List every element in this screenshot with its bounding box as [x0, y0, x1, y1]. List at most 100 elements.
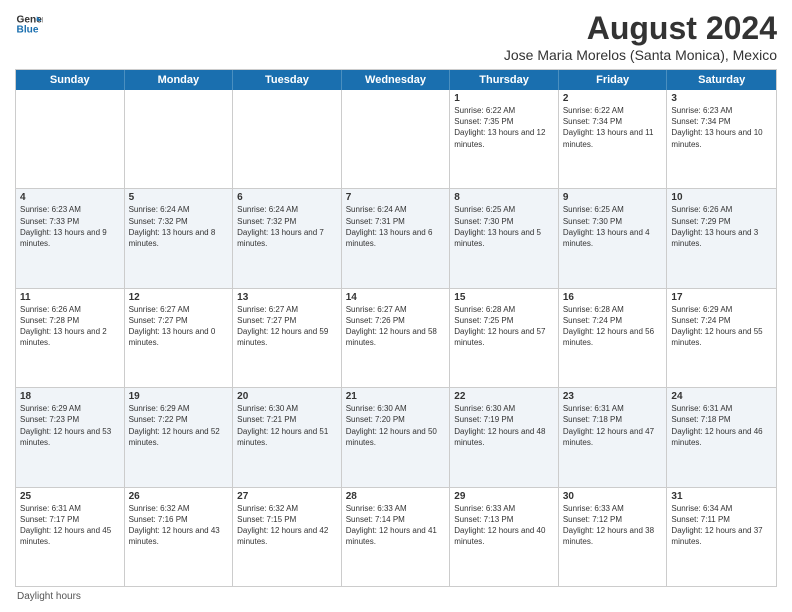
calendar-cell: 9Sunrise: 6:25 AM Sunset: 7:30 PM Daylig…: [559, 189, 668, 287]
day-number: 17: [671, 292, 772, 303]
calendar-cell: 11Sunrise: 6:26 AM Sunset: 7:28 PM Dayli…: [16, 289, 125, 387]
cell-info: Sunrise: 6:32 AM Sunset: 7:16 PM Dayligh…: [129, 503, 229, 548]
cell-info: Sunrise: 6:28 AM Sunset: 7:24 PM Dayligh…: [563, 304, 663, 349]
calendar-cell: 13Sunrise: 6:27 AM Sunset: 7:27 PM Dayli…: [233, 289, 342, 387]
day-number: 18: [20, 391, 120, 402]
calendar-cell: 14Sunrise: 6:27 AM Sunset: 7:26 PM Dayli…: [342, 289, 451, 387]
calendar-cell: 17Sunrise: 6:29 AM Sunset: 7:24 PM Dayli…: [667, 289, 776, 387]
calendar-cell: 19Sunrise: 6:29 AM Sunset: 7:22 PM Dayli…: [125, 388, 234, 486]
calendar-cell: 30Sunrise: 6:33 AM Sunset: 7:12 PM Dayli…: [559, 488, 668, 586]
cell-info: Sunrise: 6:27 AM Sunset: 7:27 PM Dayligh…: [237, 304, 337, 349]
day-number: 14: [346, 292, 446, 303]
header-day-sunday: Sunday: [16, 70, 125, 90]
header-day-saturday: Saturday: [667, 70, 776, 90]
calendar-body: 1Sunrise: 6:22 AM Sunset: 7:35 PM Daylig…: [16, 90, 776, 586]
cell-info: Sunrise: 6:22 AM Sunset: 7:34 PM Dayligh…: [563, 105, 663, 150]
day-number: 6: [237, 192, 337, 203]
cell-info: Sunrise: 6:34 AM Sunset: 7:11 PM Dayligh…: [671, 503, 772, 548]
day-number: 12: [129, 292, 229, 303]
cell-info: Sunrise: 6:24 AM Sunset: 7:32 PM Dayligh…: [129, 204, 229, 249]
calendar-cell: 4Sunrise: 6:23 AM Sunset: 7:33 PM Daylig…: [16, 189, 125, 287]
calendar-cell: [125, 90, 234, 188]
header: General Blue August 2024 Jose Maria More…: [15, 10, 777, 63]
calendar-row-4: 25Sunrise: 6:31 AM Sunset: 7:17 PM Dayli…: [16, 488, 776, 586]
cell-info: Sunrise: 6:26 AM Sunset: 7:29 PM Dayligh…: [671, 204, 772, 249]
cell-info: Sunrise: 6:31 AM Sunset: 7:18 PM Dayligh…: [563, 403, 663, 448]
logo: General Blue: [15, 10, 43, 38]
calendar-cell: 21Sunrise: 6:30 AM Sunset: 7:20 PM Dayli…: [342, 388, 451, 486]
calendar-cell: 24Sunrise: 6:31 AM Sunset: 7:18 PM Dayli…: [667, 388, 776, 486]
day-number: 27: [237, 491, 337, 502]
day-number: 24: [671, 391, 772, 402]
cell-info: Sunrise: 6:27 AM Sunset: 7:27 PM Dayligh…: [129, 304, 229, 349]
cell-info: Sunrise: 6:25 AM Sunset: 7:30 PM Dayligh…: [454, 204, 554, 249]
calendar-cell: 20Sunrise: 6:30 AM Sunset: 7:21 PM Dayli…: [233, 388, 342, 486]
main-title: August 2024: [504, 10, 777, 47]
header-day-monday: Monday: [125, 70, 234, 90]
calendar-cell: [233, 90, 342, 188]
cell-info: Sunrise: 6:30 AM Sunset: 7:21 PM Dayligh…: [237, 403, 337, 448]
cell-info: Sunrise: 6:29 AM Sunset: 7:23 PM Dayligh…: [20, 403, 120, 448]
calendar-cell: 10Sunrise: 6:26 AM Sunset: 7:29 PM Dayli…: [667, 189, 776, 287]
calendar-cell: 22Sunrise: 6:30 AM Sunset: 7:19 PM Dayli…: [450, 388, 559, 486]
calendar-cell: 2Sunrise: 6:22 AM Sunset: 7:34 PM Daylig…: [559, 90, 668, 188]
cell-info: Sunrise: 6:24 AM Sunset: 7:32 PM Dayligh…: [237, 204, 337, 249]
calendar-cell: 3Sunrise: 6:23 AM Sunset: 7:34 PM Daylig…: [667, 90, 776, 188]
cell-info: Sunrise: 6:25 AM Sunset: 7:30 PM Dayligh…: [563, 204, 663, 249]
calendar-cell: 15Sunrise: 6:28 AM Sunset: 7:25 PM Dayli…: [450, 289, 559, 387]
calendar-cell: [342, 90, 451, 188]
cell-info: Sunrise: 6:30 AM Sunset: 7:20 PM Dayligh…: [346, 403, 446, 448]
day-number: 5: [129, 192, 229, 203]
header-day-wednesday: Wednesday: [342, 70, 451, 90]
day-number: 30: [563, 491, 663, 502]
cell-info: Sunrise: 6:33 AM Sunset: 7:12 PM Dayligh…: [563, 503, 663, 548]
day-number: 2: [563, 93, 663, 104]
cell-info: Sunrise: 6:22 AM Sunset: 7:35 PM Dayligh…: [454, 105, 554, 150]
cell-info: Sunrise: 6:29 AM Sunset: 7:22 PM Dayligh…: [129, 403, 229, 448]
day-number: 11: [20, 292, 120, 303]
cell-info: Sunrise: 6:23 AM Sunset: 7:33 PM Dayligh…: [20, 204, 120, 249]
page: General Blue August 2024 Jose Maria More…: [0, 0, 792, 612]
day-number: 15: [454, 292, 554, 303]
cell-info: Sunrise: 6:27 AM Sunset: 7:26 PM Dayligh…: [346, 304, 446, 349]
day-number: 9: [563, 192, 663, 203]
calendar-cell: 28Sunrise: 6:33 AM Sunset: 7:14 PM Dayli…: [342, 488, 451, 586]
day-number: 8: [454, 192, 554, 203]
calendar-cell: 18Sunrise: 6:29 AM Sunset: 7:23 PM Dayli…: [16, 388, 125, 486]
calendar-cell: 27Sunrise: 6:32 AM Sunset: 7:15 PM Dayli…: [233, 488, 342, 586]
header-day-tuesday: Tuesday: [233, 70, 342, 90]
day-number: 16: [563, 292, 663, 303]
calendar-cell: 6Sunrise: 6:24 AM Sunset: 7:32 PM Daylig…: [233, 189, 342, 287]
day-number: 21: [346, 391, 446, 402]
cell-info: Sunrise: 6:33 AM Sunset: 7:13 PM Dayligh…: [454, 503, 554, 548]
subtitle: Jose Maria Morelos (Santa Monica), Mexic…: [504, 47, 777, 63]
day-number: 28: [346, 491, 446, 502]
cell-info: Sunrise: 6:26 AM Sunset: 7:28 PM Dayligh…: [20, 304, 120, 349]
calendar-row-3: 18Sunrise: 6:29 AM Sunset: 7:23 PM Dayli…: [16, 388, 776, 487]
day-number: 26: [129, 491, 229, 502]
calendar-header-row: SundayMondayTuesdayWednesdayThursdayFrid…: [16, 70, 776, 90]
calendar-cell: 7Sunrise: 6:24 AM Sunset: 7:31 PM Daylig…: [342, 189, 451, 287]
cell-info: Sunrise: 6:23 AM Sunset: 7:34 PM Dayligh…: [671, 105, 772, 150]
day-number: 19: [129, 391, 229, 402]
day-number: 29: [454, 491, 554, 502]
calendar-cell: 12Sunrise: 6:27 AM Sunset: 7:27 PM Dayli…: [125, 289, 234, 387]
title-block: August 2024 Jose Maria Morelos (Santa Mo…: [504, 10, 777, 63]
calendar-cell: 31Sunrise: 6:34 AM Sunset: 7:11 PM Dayli…: [667, 488, 776, 586]
cell-info: Sunrise: 6:31 AM Sunset: 7:18 PM Dayligh…: [671, 403, 772, 448]
calendar-cell: 23Sunrise: 6:31 AM Sunset: 7:18 PM Dayli…: [559, 388, 668, 486]
calendar-cell: 5Sunrise: 6:24 AM Sunset: 7:32 PM Daylig…: [125, 189, 234, 287]
calendar-row-1: 4Sunrise: 6:23 AM Sunset: 7:33 PM Daylig…: [16, 189, 776, 288]
day-number: 25: [20, 491, 120, 502]
day-number: 4: [20, 192, 120, 203]
day-number: 20: [237, 391, 337, 402]
day-number: 22: [454, 391, 554, 402]
day-number: 13: [237, 292, 337, 303]
header-day-friday: Friday: [559, 70, 668, 90]
calendar-cell: 8Sunrise: 6:25 AM Sunset: 7:30 PM Daylig…: [450, 189, 559, 287]
header-day-thursday: Thursday: [450, 70, 559, 90]
cell-info: Sunrise: 6:31 AM Sunset: 7:17 PM Dayligh…: [20, 503, 120, 548]
calendar: SundayMondayTuesdayWednesdayThursdayFrid…: [15, 69, 777, 587]
day-number: 1: [454, 93, 554, 104]
day-number: 7: [346, 192, 446, 203]
